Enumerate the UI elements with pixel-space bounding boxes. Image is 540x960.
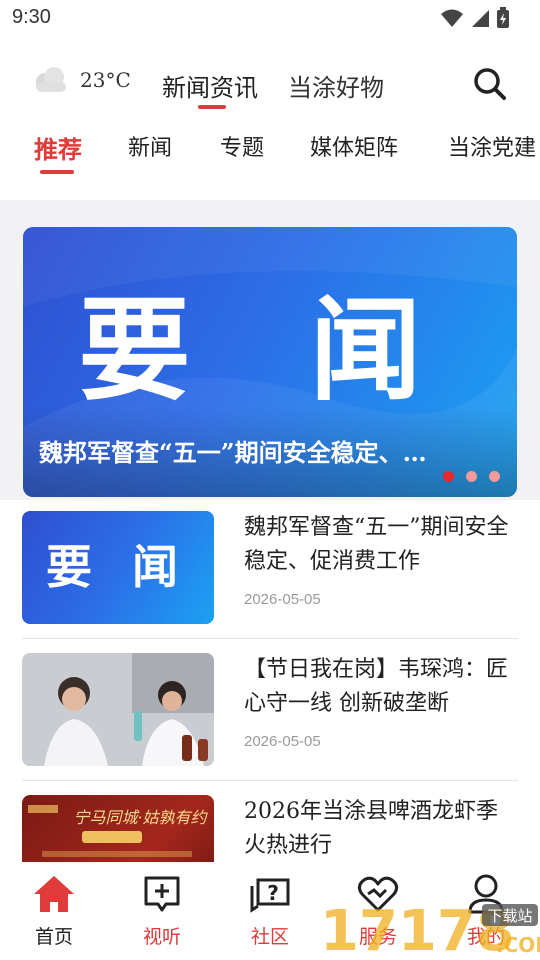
active-tab-indicator <box>198 105 226 109</box>
carousel-dot-3[interactable] <box>489 471 500 482</box>
add-video-icon <box>144 876 180 912</box>
nav-label: 首页 <box>34 926 73 948</box>
status-time: 9:30 <box>12 6 51 28</box>
banner-image-text: 要 闻 <box>79 286 462 416</box>
banner-title: 魏邦军督查“五一”期间安全稳定、… <box>39 438 427 467</box>
channel-active-indicator <box>40 170 74 174</box>
divider <box>22 780 518 781</box>
channel-party-building[interactable]: 当涂党建 <box>448 130 536 162</box>
top-header: 23°C 新闻资讯 当涂好物 <box>0 56 540 112</box>
channel-topics[interactable]: 专题 <box>220 130 264 162</box>
banner-carousel[interactable]: 要 闻 魏邦军督查“五一”期间安全稳定、… <box>23 227 517 497</box>
nav-label: 社区 <box>250 926 289 948</box>
divider <box>22 638 518 639</box>
news-thumbnail-lab-photo <box>22 653 214 766</box>
site-watermark: 17178 下载站 .COM <box>320 896 540 960</box>
battery-charging-icon <box>497 7 509 28</box>
nav-community[interactable]: ? 社区 <box>230 872 310 949</box>
news-thumbnail: 要 闻 <box>22 511 214 624</box>
nav-label: 视听 <box>142 926 181 948</box>
news-title: 2026年当涂县啤酒龙虾季火热进行 <box>244 799 498 858</box>
cloud-icon <box>36 67 66 92</box>
watermark-suffix: .COM <box>496 933 540 957</box>
search-icon <box>474 68 506 100</box>
status-icons <box>440 7 510 29</box>
carousel-dots <box>443 471 500 482</box>
tab-dangtu-goods[interactable]: 当涂好物 <box>288 68 384 103</box>
question-chat-icon: ? <box>250 878 290 913</box>
thumbnail-text: 要 闻 <box>46 540 190 594</box>
news-title: 【节日我在岗】韦琛鸿：匠心守一线 创新破垄断 <box>244 657 509 716</box>
carousel-dot-2[interactable] <box>466 471 477 482</box>
news-date: 2026-05-05 <box>244 591 321 608</box>
news-item[interactable]: 要 闻 魏邦军督查“五一”期间安全稳定、促消费工作 2026-05-05 <box>22 511 518 653</box>
thumbnail-text: 宁马同城·姑孰有约 <box>73 808 208 827</box>
watermark-sub: 下载站 <box>487 907 532 925</box>
home-icon <box>34 876 74 912</box>
channel-recommend[interactable]: 推荐 <box>34 130 82 165</box>
wifi-icon <box>441 9 463 27</box>
nav-home[interactable]: 首页 <box>14 872 94 949</box>
channel-media-matrix[interactable]: 媒体矩阵 <box>310 130 398 162</box>
channel-tabs: 推荐 新闻 专题 媒体矩阵 当涂党建 <box>0 122 540 180</box>
cellular-signal-icon <box>472 10 489 27</box>
tab-news-info[interactable]: 新闻资讯 <box>162 68 258 103</box>
svg-text:?: ? <box>267 881 279 905</box>
news-title: 魏邦军督查“五一”期间安全稳定、促消费工作 <box>244 515 509 574</box>
news-item[interactable]: 【节日我在岗】韦琛鸿：匠心守一线 创新破垄断 2026-05-05 <box>22 653 518 795</box>
search-button[interactable] <box>470 64 510 104</box>
weather-temperature: 23°C <box>80 68 131 92</box>
status-bar: 9:30 <box>0 0 540 36</box>
carousel-dot-1[interactable] <box>443 471 454 482</box>
news-date: 2026-05-05 <box>244 733 321 750</box>
weather-widget[interactable]: 23°C <box>32 66 131 94</box>
nav-audio-video[interactable]: 视听 <box>122 872 202 949</box>
channel-news[interactable]: 新闻 <box>128 130 172 162</box>
